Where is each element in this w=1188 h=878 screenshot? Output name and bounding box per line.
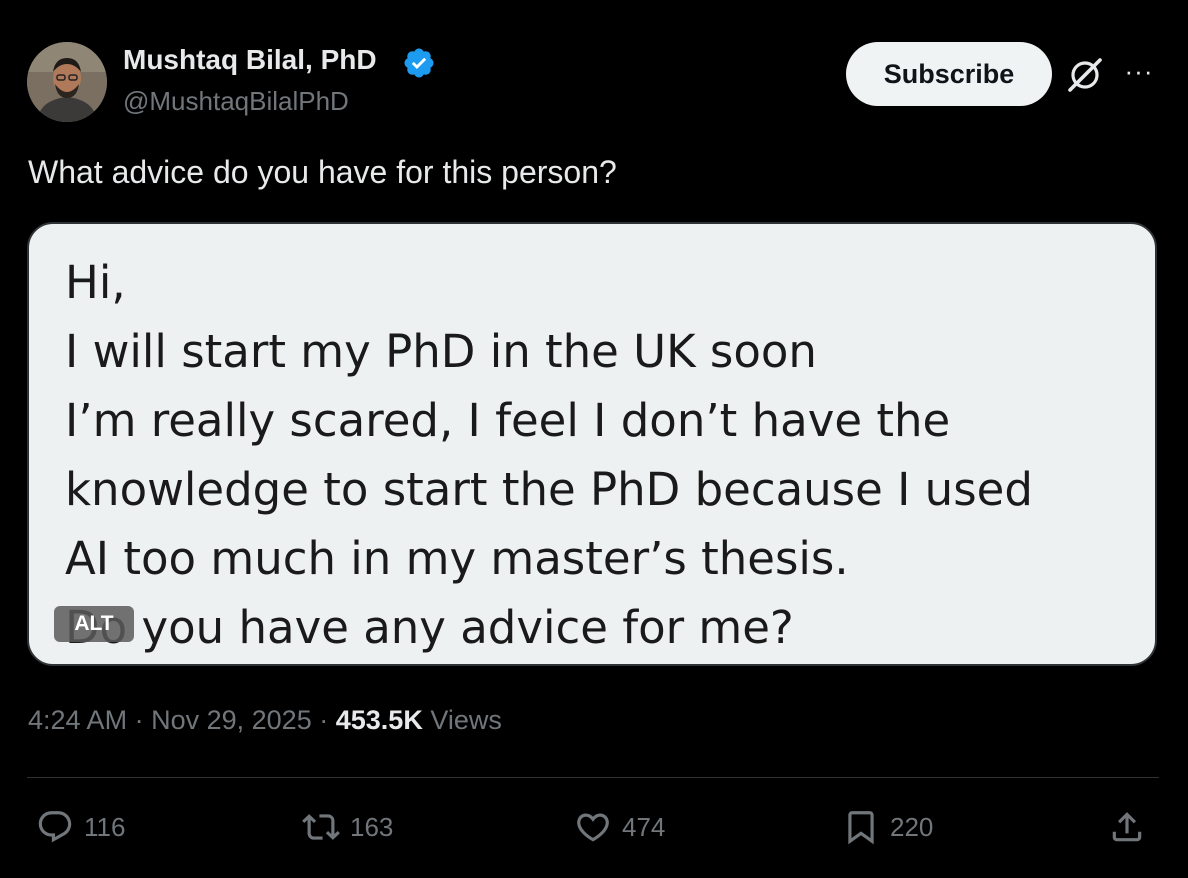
grok-icon[interactable] [1064, 54, 1106, 96]
tweet-media-image[interactable]: Hi, I will start my PhD in the UK soon I… [27, 222, 1157, 666]
media-line: Hi, [65, 256, 126, 309]
author-name[interactable]: Mushtaq Bilal, PhD [123, 44, 377, 76]
more-options-icon[interactable]: ··· [1118, 56, 1160, 92]
meta-separator: · [134, 705, 144, 735]
tweet-time[interactable]: 4:24 AM [28, 705, 127, 735]
avatar[interactable] [27, 42, 107, 122]
verified-badge-icon[interactable] [402, 46, 436, 80]
bookmark-button[interactable]: 220 [842, 805, 933, 849]
reply-button[interactable]: 116 [36, 805, 125, 849]
bookmark-icon [848, 811, 874, 845]
repost-icon [302, 814, 340, 840]
meta-separator: · [319, 705, 329, 735]
views-label: Views [430, 705, 502, 735]
heart-icon [577, 813, 609, 842]
media-line: I’m really scared, I feel I don’t have t… [65, 394, 951, 447]
views-count[interactable]: 453.5K [336, 705, 423, 735]
media-text-lines: Hi, I will start my PhD in the UK soon I… [65, 248, 1033, 662]
bookmark-count: 220 [890, 811, 934, 842]
repost-count: 163 [350, 811, 394, 842]
reply-count: 116 [84, 811, 126, 842]
tweet-date[interactable]: Nov 29, 2025 [151, 705, 312, 735]
like-button[interactable]: 474 [574, 805, 665, 849]
subscribe-button[interactable]: Subscribe [846, 42, 1052, 106]
reply-icon [38, 811, 72, 843]
alt-text-badge[interactable]: ALT [54, 606, 134, 642]
tweet-text: What advice do you have for this person? [28, 154, 617, 190]
author-handle[interactable]: @MushtaqBilalPhD [123, 86, 349, 117]
media-line: I will start my PhD in the UK soon [65, 325, 817, 378]
repost-button[interactable]: 163 [302, 805, 393, 849]
media-line: knowledge to start the PhD because I use… [65, 463, 1033, 516]
share-icon [1112, 812, 1142, 842]
divider [27, 777, 1159, 778]
share-button[interactable] [1108, 805, 1146, 849]
tweet-meta: 4:24 AM · Nov 29, 2025 · 453.5K Views [28, 705, 502, 736]
media-line: AI too much in my master’s thesis. [65, 532, 849, 585]
media-line: Do you have any advice for me? [65, 601, 794, 654]
like-count: 474 [622, 811, 666, 842]
avatar-image [27, 42, 107, 122]
